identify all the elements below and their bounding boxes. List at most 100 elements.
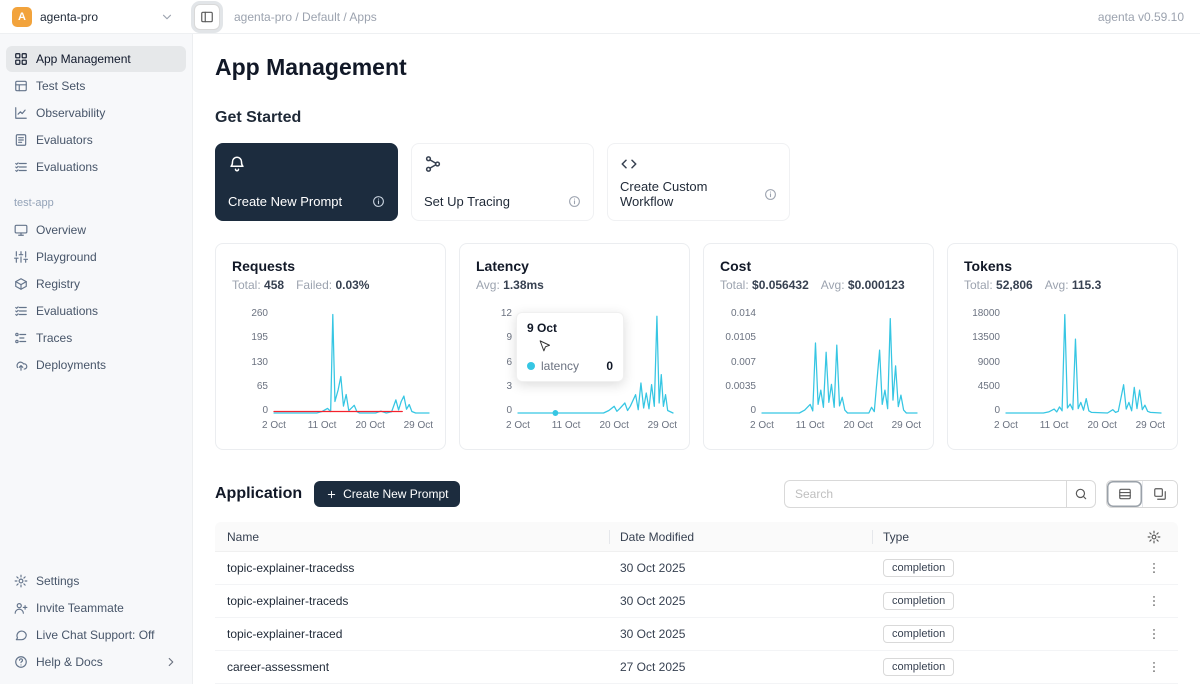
create-custom-workflow-card[interactable]: Create Custom Workflow	[607, 143, 790, 221]
y-axis-labels: 260195130650	[232, 308, 268, 416]
sidebar-item-label: App Management	[36, 52, 131, 66]
info-icon[interactable]	[764, 188, 777, 201]
sidebar-item-label: Help & Docs	[36, 655, 103, 669]
application-heading: Application	[215, 485, 302, 503]
series-dot	[527, 362, 535, 370]
stat-pair: Total: 458	[232, 278, 284, 292]
sidebar-item-app-management[interactable]: App Management	[6, 46, 186, 72]
sidebar-item-test-sets[interactable]: Test Sets	[6, 73, 186, 99]
card-label: Create Custom Workflow	[620, 179, 764, 209]
search-button[interactable]	[1066, 480, 1096, 508]
sidebar-item-help-docs[interactable]: Help & Docs	[6, 649, 186, 675]
sidebar-item-deployments[interactable]: Deployments	[6, 352, 186, 378]
breadcrumb[interactable]: agenta-pro / Default / Apps	[234, 10, 377, 24]
sidebar-item-label: Settings	[36, 574, 79, 588]
table-view-button[interactable]	[1107, 481, 1142, 507]
stat-subtitle: Avg: 1.38ms	[476, 278, 673, 292]
stat-card-tokens: Tokens Total: 52,806 Avg: 115.3 18000135…	[947, 243, 1178, 450]
desktop-icon	[14, 223, 28, 237]
column-header-type[interactable]: Type	[883, 522, 1130, 551]
sidebar-item-live-chat[interactable]: Live Chat Support: Off	[6, 622, 186, 648]
card-view-button[interactable]	[1142, 481, 1177, 507]
stat-title: Tokens	[964, 258, 1161, 274]
column-header-date-modified[interactable]: Date Modified	[620, 522, 883, 551]
row-name: topic-explainer-tracedss	[215, 561, 620, 575]
info-icon[interactable]	[372, 195, 385, 208]
search-input[interactable]	[784, 480, 1066, 508]
stat-subtitle: Total: 52,806 Avg: 115.3	[964, 278, 1161, 292]
stat-title: Latency	[476, 258, 673, 274]
sidebar-item-settings[interactable]: Settings	[6, 568, 186, 594]
chart-plot: 2 Oct11 Oct20 Oct29 Oct	[762, 308, 917, 434]
chevron-right-icon	[164, 655, 178, 669]
sidebar: App Management Test Sets Observability E…	[0, 34, 193, 684]
stat-card-cost: Cost Total: $0.056432 Avg: $0.000123 0.0…	[703, 243, 934, 450]
ellipsis-icon	[1147, 627, 1161, 641]
row-date-modified: 30 Oct 2025	[620, 627, 883, 641]
topbar: A agenta-pro agenta-pro / Default / Apps…	[0, 0, 1200, 34]
sidebar-item-registry[interactable]: Registry	[6, 271, 186, 297]
table-row[interactable]: topic-explainer-traceds 30 Oct 2025 comp…	[215, 585, 1178, 618]
stat-card-requests: Requests Total: 458 Failed: 0.03% 260195…	[215, 243, 446, 450]
table-row[interactable]: career-assessment 27 Oct 2025 completion	[215, 651, 1178, 684]
table-row[interactable]: topic-explainer-traced 30 Oct 2025 compl…	[215, 618, 1178, 651]
stat-label: Total:	[232, 278, 261, 292]
sidebar-toggle-button[interactable]	[194, 4, 220, 30]
sidebar-item-evaluators[interactable]: Evaluators	[6, 127, 186, 153]
gear-icon	[14, 574, 28, 588]
sidebar-item-label: Invite Teammate	[36, 601, 124, 615]
sidebar-item-label: Observability	[36, 106, 105, 120]
type-badge: completion	[883, 658, 954, 676]
stat-value: $0.056432	[752, 278, 809, 292]
get-started-heading: Get Started	[215, 109, 1178, 127]
create-new-prompt-button[interactable]: Create New Prompt	[314, 481, 460, 507]
sidebar-item-traces[interactable]: Traces	[6, 325, 186, 351]
workspace-selector[interactable]: A agenta-pro	[0, 7, 186, 27]
panel-left-icon	[200, 10, 214, 24]
row-actions-button[interactable]	[1143, 557, 1165, 579]
table-settings-button[interactable]	[1143, 526, 1165, 548]
search-area	[784, 480, 1178, 508]
row-actions-button[interactable]	[1143, 623, 1165, 645]
card-label: Create New Prompt	[228, 194, 342, 209]
column-header-name[interactable]: Name	[215, 522, 620, 551]
stats-row: Requests Total: 458 Failed: 0.03% 260195…	[215, 243, 1178, 450]
cost-chart[interactable]: 0.0140.01050.0070.00350 2 Oct11 Oct20 Oc…	[720, 308, 917, 434]
sidebar-item-label: Overview	[36, 223, 86, 237]
sidebar-item-invite-teammate[interactable]: Invite Teammate	[6, 595, 186, 621]
sidebar-item-label: Evaluations	[36, 304, 98, 318]
stat-label: Avg:	[1045, 278, 1069, 292]
row-actions-button[interactable]	[1143, 590, 1165, 612]
type-badge: completion	[883, 559, 954, 577]
chart-plot: 2 Oct11 Oct20 Oct29 Oct	[1006, 308, 1161, 434]
code-icon	[620, 155, 638, 173]
main-content: App Management Get Started Create New Pr…	[193, 34, 1200, 684]
requests-chart[interactable]: 260195130650 2 Oct11 Oct20 Oct29 Oct	[232, 308, 429, 434]
sidebar-item-observability[interactable]: Observability	[6, 100, 186, 126]
checklist-icon	[14, 304, 28, 318]
ellipsis-icon	[1147, 594, 1161, 608]
stat-value: $0.000123	[848, 278, 905, 292]
search-icon	[1074, 487, 1088, 501]
sidebar-item-evaluations[interactable]: Evaluations	[6, 154, 186, 180]
sidebar-item-app-evaluations[interactable]: Evaluations	[6, 298, 186, 324]
set-up-tracing-card[interactable]: Set Up Tracing	[411, 143, 594, 221]
info-icon[interactable]	[568, 195, 581, 208]
sidebar-item-playground[interactable]: Playground	[6, 244, 186, 270]
x-axis-labels: 2 Oct11 Oct20 Oct29 Oct	[762, 420, 917, 434]
stat-value: 1.38ms	[503, 278, 544, 292]
table-row[interactable]: topic-explainer-tracedss 30 Oct 2025 com…	[215, 552, 1178, 585]
stat-title: Cost	[720, 258, 917, 274]
sidebar-item-label: Test Sets	[36, 79, 85, 93]
row-date-modified: 27 Oct 2025	[620, 660, 883, 674]
tokens-chart[interactable]: 1800013500900045000 2 Oct11 Oct20 Oct29 …	[964, 308, 1161, 434]
checklist-icon	[14, 160, 28, 174]
create-new-prompt-card[interactable]: Create New Prompt	[215, 143, 398, 221]
tooltip-value: 0	[606, 359, 613, 373]
sidebar-item-overview[interactable]: Overview	[6, 217, 186, 243]
bell-icon	[228, 155, 246, 173]
row-actions-button[interactable]	[1143, 656, 1165, 678]
tracing-icon	[424, 155, 442, 173]
sidebar-item-label: Traces	[36, 331, 72, 345]
grid-icon	[14, 52, 28, 66]
